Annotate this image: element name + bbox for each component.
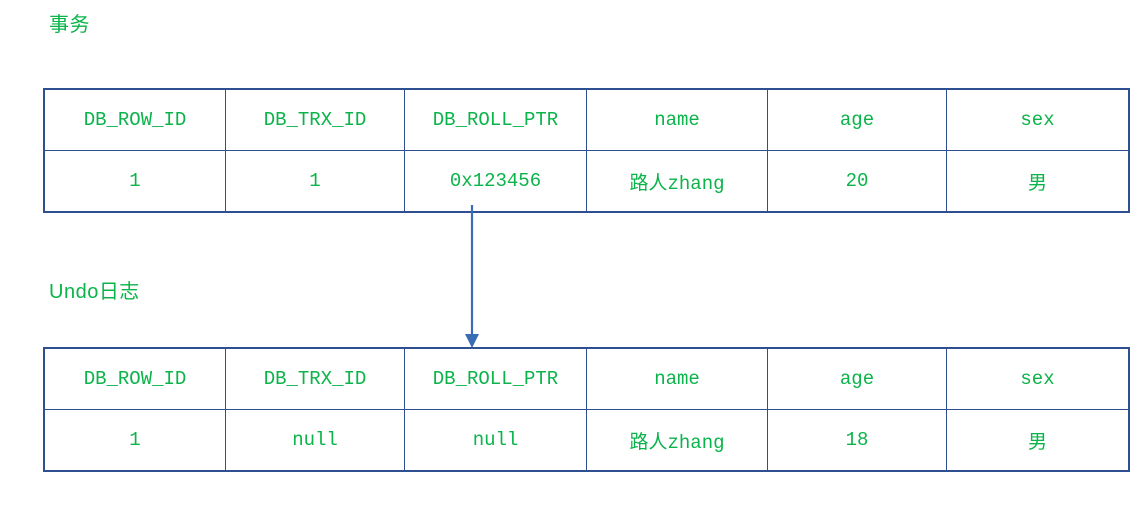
cell-name: 路人zhang: [586, 150, 768, 213]
header-cell-db-trx-id: DB_TRX_ID: [225, 347, 405, 410]
header-cell-db-row-id: DB_ROW_ID: [43, 347, 226, 410]
undolog-section-label: Undo日志: [49, 281, 140, 303]
header-cell-sex: sex: [946, 347, 1130, 410]
header-cell-name: name: [586, 88, 768, 151]
table-row: 1 1 0x123456 路人zhang 20 男: [43, 150, 1130, 213]
cell-db-trx-id: null: [225, 409, 405, 472]
cell-name: 路人zhang: [586, 409, 768, 472]
header-cell-db-trx-id: DB_TRX_ID: [225, 88, 405, 151]
header-cell-name: name: [586, 347, 768, 410]
cell-db-trx-id: 1: [225, 150, 405, 213]
header-cell-db-row-id: DB_ROW_ID: [43, 88, 226, 151]
table-header-row: DB_ROW_ID DB_TRX_ID DB_ROLL_PTR name age…: [43, 88, 1130, 151]
transaction-table: DB_ROW_ID DB_TRX_ID DB_ROLL_PTR name age…: [43, 88, 1130, 213]
diagram-canvas: 事务 DB_ROW_ID DB_TRX_ID DB_ROLL_PTR name …: [0, 0, 1134, 510]
down-arrow-icon: [465, 205, 479, 348]
cell-age: 18: [767, 409, 947, 472]
transaction-section-label: 事务: [49, 14, 90, 36]
cell-sex: 男: [946, 150, 1130, 213]
header-cell-sex: sex: [946, 88, 1130, 151]
undolog-table: DB_ROW_ID DB_TRX_ID DB_ROLL_PTR name age…: [43, 347, 1130, 472]
cell-db-roll-ptr: null: [404, 409, 587, 472]
cell-db-roll-ptr: 0x123456: [404, 150, 587, 213]
header-cell-age: age: [767, 347, 947, 410]
table-header-row: DB_ROW_ID DB_TRX_ID DB_ROLL_PTR name age…: [43, 347, 1130, 410]
cell-age: 20: [767, 150, 947, 213]
table-row: 1 null null 路人zhang 18 男: [43, 409, 1130, 472]
cell-db-row-id: 1: [43, 150, 226, 213]
cell-db-row-id: 1: [43, 409, 226, 472]
arrow-head: [465, 334, 479, 348]
header-cell-db-roll-ptr: DB_ROLL_PTR: [404, 88, 587, 151]
header-cell-age: age: [767, 88, 947, 151]
undo-log-connector: [430, 205, 520, 355]
cell-sex: 男: [946, 409, 1130, 472]
header-cell-db-roll-ptr: DB_ROLL_PTR: [404, 347, 587, 410]
